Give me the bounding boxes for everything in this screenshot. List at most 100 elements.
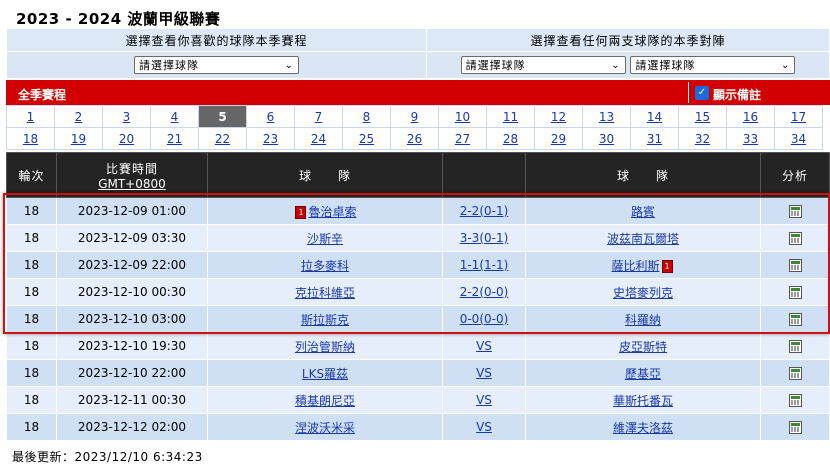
round-4[interactable]: 4 — [150, 105, 199, 128]
round-link[interactable]: 33 — [743, 132, 758, 146]
away-team-link[interactable]: 華斯托番瓦 — [613, 394, 673, 408]
round-link[interactable]: 27 — [455, 132, 470, 146]
round-link[interactable]: 34 — [791, 132, 806, 146]
round-link[interactable]: 4 — [171, 110, 179, 124]
round-16[interactable]: 16 — [726, 105, 775, 128]
away-team-link[interactable]: 歷基亞 — [625, 367, 661, 381]
checkbox-checked-icon[interactable]: ✓ — [695, 86, 709, 100]
round-20[interactable]: 20 — [102, 127, 151, 150]
round-26[interactable]: 26 — [390, 127, 439, 150]
home-team-link[interactable]: 積基朗尼亞 — [295, 394, 355, 408]
round-link[interactable]: 12 — [551, 110, 566, 124]
away-team-link[interactable]: 維澤夫洛茲 — [613, 421, 673, 435]
score-link[interactable]: 1-1(1-1) — [460, 258, 509, 272]
round-link[interactable]: 11 — [503, 110, 518, 124]
h2h-team-b-select[interactable]: 請選擇球隊 ⌄ — [630, 56, 796, 74]
score-link[interactable]: VS — [476, 339, 492, 353]
timezone-link[interactable]: GMT+0800 — [98, 177, 166, 191]
round-12[interactable]: 12 — [534, 105, 583, 128]
round-link[interactable]: 19 — [71, 132, 86, 146]
home-team-link[interactable]: LKS羅茲 — [302, 367, 348, 381]
away-team-link[interactable]: 史塔麥列克 — [613, 286, 673, 300]
round-link[interactable]: 28 — [503, 132, 518, 146]
round-7[interactable]: 7 — [294, 105, 343, 128]
home-team-link[interactable]: 魯治卓索 — [308, 205, 356, 219]
round-10[interactable]: 10 — [438, 105, 487, 128]
round-21[interactable]: 21 — [150, 127, 199, 150]
analysis-icon[interactable] — [788, 232, 802, 245]
away-team-link[interactable]: 路賓 — [631, 205, 655, 219]
round-link[interactable]: 25 — [359, 132, 374, 146]
round-9[interactable]: 9 — [390, 105, 439, 128]
round-link[interactable]: 8 — [363, 110, 371, 124]
show-notes-toggle[interactable]: ✓ 顯示備註 — [688, 82, 830, 103]
round-link[interactable]: 10 — [455, 110, 470, 124]
score-link[interactable]: VS — [476, 420, 492, 434]
analysis-icon[interactable] — [788, 286, 802, 299]
round-link[interactable]: 15 — [695, 110, 710, 124]
home-team-link[interactable]: 沙斯辛 — [307, 232, 343, 246]
score-link[interactable]: 2-2(0-1) — [460, 204, 509, 218]
round-link[interactable]: 9 — [411, 110, 419, 124]
round-11[interactable]: 11 — [486, 105, 535, 128]
round-22[interactable]: 22 — [198, 127, 247, 150]
round-3[interactable]: 3 — [102, 105, 151, 128]
home-team-link[interactable]: 拉多麥科 — [301, 259, 349, 273]
away-team-link[interactable]: 波茲南瓦爾塔 — [607, 232, 679, 246]
round-link[interactable]: 14 — [647, 110, 662, 124]
analysis-icon[interactable] — [788, 421, 802, 434]
round-29[interactable]: 29 — [534, 127, 583, 150]
round-30[interactable]: 30 — [582, 127, 631, 150]
round-link[interactable]: 20 — [119, 132, 134, 146]
h2h-team-a-select[interactable]: 請選擇球隊 ⌄ — [460, 56, 626, 74]
analysis-icon[interactable] — [788, 367, 802, 380]
round-link[interactable]: 6 — [267, 110, 275, 124]
round-23[interactable]: 23 — [246, 127, 295, 150]
round-2[interactable]: 2 — [54, 105, 103, 128]
score-link[interactable]: VS — [476, 366, 492, 380]
analysis-icon[interactable] — [788, 313, 802, 326]
round-31[interactable]: 31 — [630, 127, 679, 150]
round-5[interactable]: 5 — [198, 105, 247, 128]
round-link[interactable]: 2 — [75, 110, 83, 124]
round-link[interactable]: 18 — [23, 132, 38, 146]
round-link[interactable]: 24 — [311, 132, 326, 146]
round-link[interactable]: 26 — [407, 132, 422, 146]
round-28[interactable]: 28 — [486, 127, 535, 150]
away-team-link[interactable]: 皮亞斯特 — [619, 340, 667, 354]
away-team-link[interactable]: 科羅納 — [625, 313, 661, 327]
round-link[interactable]: 7 — [315, 110, 323, 124]
home-team-link[interactable]: 斯拉斯克 — [301, 313, 349, 327]
round-18[interactable]: 18 — [6, 127, 55, 150]
round-link[interactable]: 3 — [123, 110, 131, 124]
round-32[interactable]: 32 — [678, 127, 727, 150]
round-link[interactable]: 16 — [743, 110, 758, 124]
round-6[interactable]: 6 — [246, 105, 295, 128]
analysis-icon[interactable] — [788, 259, 802, 272]
round-17[interactable]: 17 — [774, 105, 823, 128]
score-link[interactable]: 0-0(0-0) — [460, 312, 509, 326]
away-team-link[interactable]: 薩比利斯 — [611, 259, 659, 273]
home-team-link[interactable]: 克拉科維亞 — [295, 286, 355, 300]
analysis-icon[interactable] — [788, 340, 802, 353]
round-link[interactable]: 31 — [647, 132, 662, 146]
round-link[interactable]: 23 — [263, 132, 278, 146]
round-link[interactable]: 22 — [215, 132, 230, 146]
home-team-link[interactable]: 列治管斯納 — [295, 340, 355, 354]
round-link[interactable]: 17 — [791, 110, 806, 124]
analysis-icon[interactable] — [788, 394, 802, 407]
round-link[interactable]: 29 — [551, 132, 566, 146]
round-13[interactable]: 13 — [582, 105, 631, 128]
round-8[interactable]: 8 — [342, 105, 391, 128]
round-link[interactable]: 21 — [167, 132, 182, 146]
round-27[interactable]: 27 — [438, 127, 487, 150]
round-link[interactable]: 32 — [695, 132, 710, 146]
analysis-icon[interactable] — [788, 205, 802, 218]
round-15[interactable]: 15 — [678, 105, 727, 128]
round-33[interactable]: 33 — [726, 127, 775, 150]
round-25[interactable]: 25 — [342, 127, 391, 150]
score-link[interactable]: VS — [476, 393, 492, 407]
round-1[interactable]: 1 — [6, 105, 55, 128]
round-24[interactable]: 24 — [294, 127, 343, 150]
team-select[interactable]: 請選擇球隊 ⌄ — [134, 56, 299, 74]
